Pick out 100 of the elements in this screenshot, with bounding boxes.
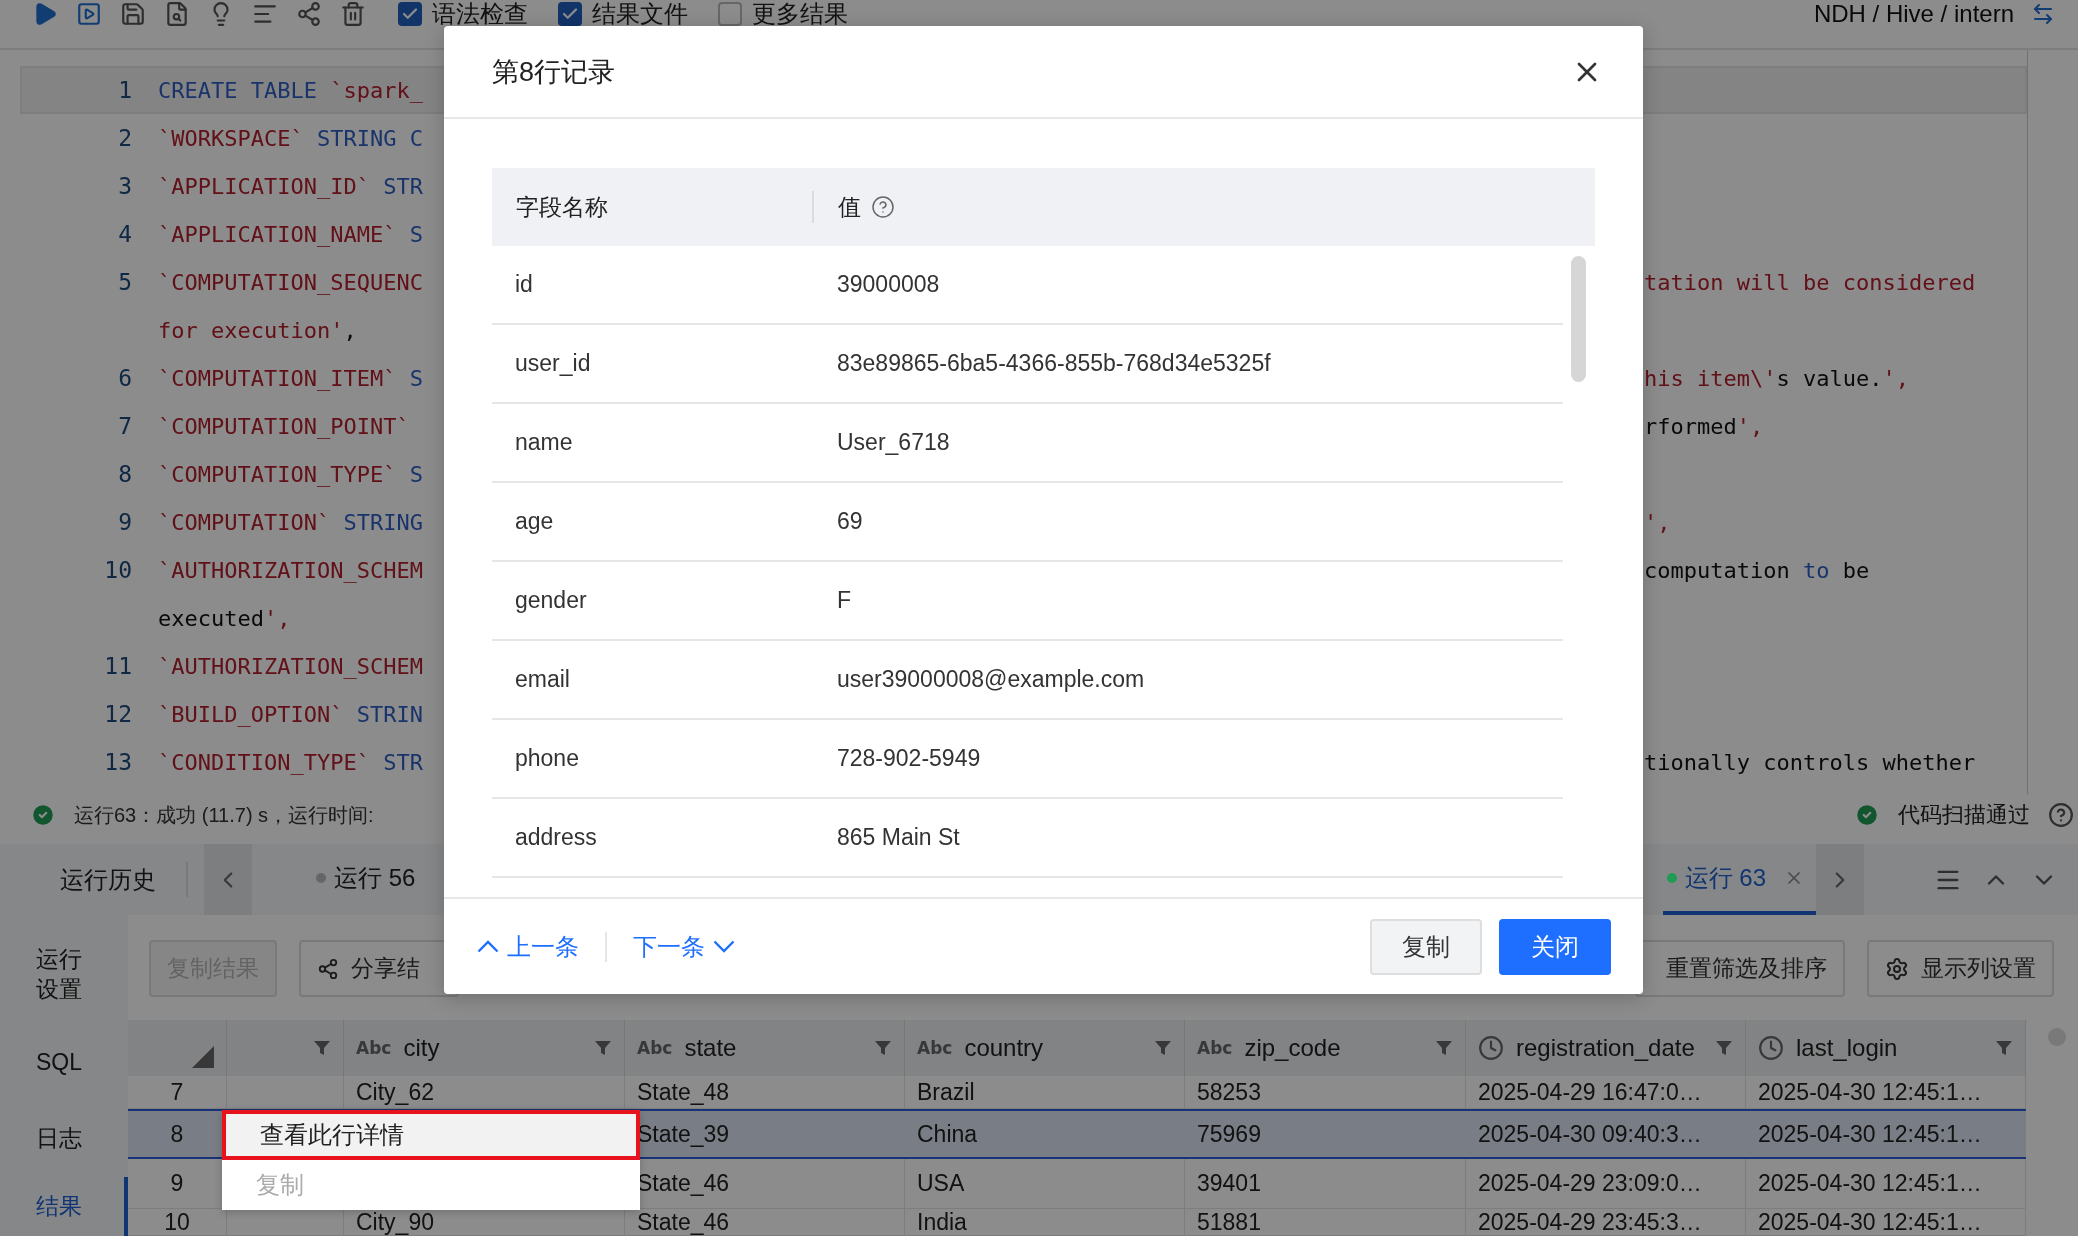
field-name: phone <box>514 745 580 772</box>
type-label: Abc <box>917 1038 953 1058</box>
line-number: 9 <box>117 509 132 535</box>
next-link[interactable]: 下一条 <box>633 930 735 963</box>
table-cell: China <box>905 1111 1185 1157</box>
run-tab[interactable]: 运行 56 <box>312 844 428 915</box>
clock-icon <box>1758 1035 1784 1061</box>
checkbox[interactable] <box>398 2 422 26</box>
column-header: 字段名称 <box>516 192 608 222</box>
line-number: 3 <box>117 173 132 199</box>
line-number: 2 <box>117 125 132 151</box>
line-number: 1 <box>117 77 132 103</box>
table-cell: 2025-04-30 09:40:3… <box>1466 1111 1746 1157</box>
code-text: executed', <box>158 605 291 631</box>
corner-triangle-icon[interactable] <box>192 1046 214 1068</box>
table-cell: City_62 <box>344 1076 625 1108</box>
filter-icon[interactable] <box>1154 1039 1172 1057</box>
code-text: tation will be considered <box>1644 269 1976 295</box>
code-text: `COMPUTATION_SEQUENC <box>158 269 423 295</box>
line-number: 4 <box>117 221 132 247</box>
side-nav-item[interactable]: 日志 <box>0 1101 128 1177</box>
type-label: Abc <box>356 1038 392 1058</box>
grid-row[interactable]: 7 City_62 State_48 Brazil 58253 2025-04-29 16:47:0… 2025-04-30 12:45:1… <box>128 1076 2026 1109</box>
checkbox-label: 结果文件 <box>592 0 688 28</box>
share-icon <box>317 957 339 980</box>
history-tab[interactable]: 运行历史 <box>0 862 188 897</box>
code-text: rformed', <box>1644 413 1764 439</box>
help-icon[interactable] <box>871 195 895 219</box>
checkbox[interactable] <box>558 2 582 26</box>
field-value: user39000008@example.com <box>836 666 1146 693</box>
checkbox-label: 更多结果 <box>752 0 848 28</box>
line-number: 13 <box>103 749 132 775</box>
breadcrumb: NDH / Hive / intern <box>1813 0 2014 28</box>
code-text: ', <box>1644 509 1671 535</box>
help-icon[interactable] <box>2048 802 2074 828</box>
side-nav-item[interactable]: 运行设置 <box>0 925 128 1025</box>
table-cell: 2025-04-29 23:45:3… <box>1466 1209 1746 1236</box>
toolbar-button[interactable]: 分享结 <box>299 940 459 997</box>
grid-row[interactable]: 10 City_90 State_46 India 51881 2025-04-29 23:45:3… 2025-04-30 12:45:1… <box>128 1209 2026 1236</box>
success-icon <box>30 802 56 828</box>
column-name: registration_date <box>1516 1034 1696 1062</box>
table-cell: 39401 <box>1185 1159 1466 1208</box>
column-name: last_login <box>1796 1034 1899 1062</box>
line-number: 11 <box>103 653 132 679</box>
table-cell: Brazil <box>905 1076 1185 1108</box>
field-name: age <box>514 508 555 535</box>
field-value: 39000008 <box>836 271 941 298</box>
line-number: 7 <box>117 413 132 439</box>
table-cell: 2025-04-29 16:47:0… <box>1466 1076 1746 1108</box>
checkbox[interactable] <box>718 2 742 26</box>
dialog-button[interactable]: 复制 <box>1370 918 1482 975</box>
column-header: 值 <box>838 192 861 222</box>
scrollbar-thumb[interactable] <box>1571 256 1586 382</box>
dialog-title: 第8行记录 <box>492 55 617 89</box>
table-cell: 2025-04-30 12:45:1… <box>1746 1111 2026 1157</box>
previous-link[interactable]: 上一条 <box>477 930 579 963</box>
dialog-button[interactable]: 关闭 <box>1499 918 1611 975</box>
menu-item[interactable]: 查看此行详情 <box>222 1110 640 1160</box>
code-text: `CONDITION_TYPE` STR <box>158 749 423 775</box>
filter-icon[interactable] <box>313 1039 331 1057</box>
table-cell: 2025-04-30 12:45:1… <box>1746 1076 2026 1108</box>
scan-status: 代码扫描通过 <box>1898 801 2030 829</box>
code-text: `BUILD_OPTION` STRIN <box>158 701 423 727</box>
column-name: city <box>403 1034 441 1062</box>
table-cell: 2025-04-29 23:09:0… <box>1466 1159 1746 1208</box>
line-number: 12 <box>103 701 132 727</box>
row-number: 7 <box>128 1076 227 1108</box>
code-text: `WORKSPACE` STRING C <box>158 125 423 151</box>
code-text: `COMPUTATION_POINT` <box>158 413 410 439</box>
code-text: for execution', <box>158 317 357 343</box>
table-cell: USA <box>905 1159 1185 1208</box>
field-value: 69 <box>836 508 864 535</box>
status-message: 运行63：成功 (11.7) s，运行时间: <box>74 802 374 828</box>
toolbar-button[interactable]: 显示列设置 <box>1867 940 2054 997</box>
field-name: name <box>514 429 574 456</box>
filter-icon[interactable] <box>1715 1039 1733 1057</box>
code-text: `AUTHORIZATION_SCHEM <box>158 653 423 679</box>
side-nav-item[interactable]: SQL <box>0 1025 128 1101</box>
chevron-up-icon <box>477 940 499 953</box>
field-name: email <box>514 666 571 693</box>
filter-icon[interactable] <box>874 1039 892 1057</box>
code-text: `COMPUTATION` STRING <box>158 509 423 535</box>
code-text: `APPLICATION_NAME` S <box>158 221 423 247</box>
column-name: country <box>964 1034 1045 1062</box>
field-value: 83e89865-6ba5-4366-855b-768d34e5325f <box>836 350 1272 377</box>
filter-icon[interactable] <box>1435 1039 1453 1057</box>
type-label: Abc <box>637 1038 673 1058</box>
table-cell: State_48 <box>625 1076 905 1108</box>
table-cell: 75969 <box>1185 1111 1466 1157</box>
toolbar-button[interactable]: 重置筛选及排序 <box>1635 940 1845 997</box>
field-name: gender <box>514 587 588 614</box>
field-name: user_id <box>514 350 592 377</box>
gear-icon <box>1885 956 1909 981</box>
type-label: Abc <box>1197 1038 1233 1058</box>
column-name: state <box>684 1034 738 1062</box>
table-cell: 2025-04-30 12:45:1… <box>1746 1159 2026 1208</box>
filter-icon[interactable] <box>1995 1039 2013 1057</box>
field-value: F <box>836 587 853 614</box>
column-name: zip_code <box>1244 1034 1342 1062</box>
filter-icon[interactable] <box>594 1039 612 1057</box>
